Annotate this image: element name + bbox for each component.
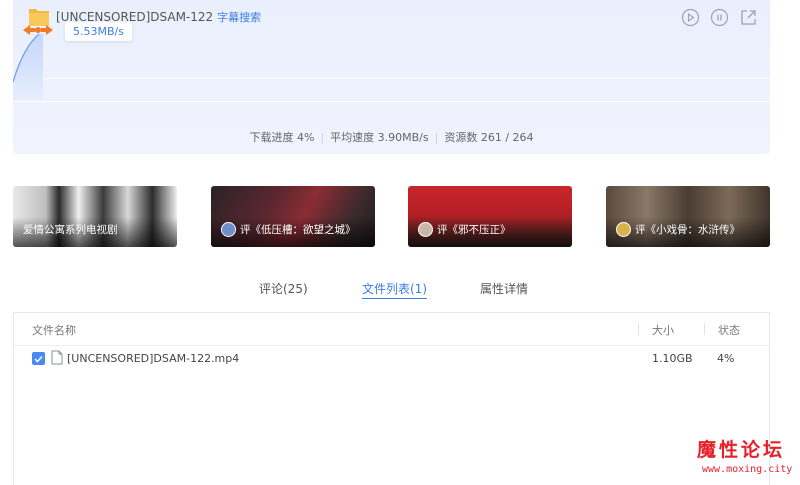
stat-separator: | <box>320 131 325 144</box>
card-title: 爱情公寓系列电视剧 <box>23 224 118 236</box>
play-icon <box>681 8 700 27</box>
file-list-panel: 文件名称 大小 状态 [UNCENSORED]DSAM-122.mp4 1.10… <box>13 312 770 485</box>
watermark-url: www.moxing.city <box>702 464 793 475</box>
graph-gridline <box>13 101 770 102</box>
card-label: 评《小戏骨：水浒传》 <box>616 222 740 237</box>
card-title: 评《小戏骨：水浒传》 <box>635 224 740 236</box>
file-row[interactable]: [UNCENSORED]DSAM-122.mp4 1.10GB 4% <box>14 347 769 373</box>
pause-button[interactable] <box>710 8 729 27</box>
stat-separator: | <box>434 131 439 144</box>
avatar <box>418 222 433 237</box>
column-divider[interactable] <box>704 323 705 335</box>
tab-file-list[interactable]: 文件列表(1) <box>362 280 427 299</box>
watermark-title: 魔性论坛 <box>697 439 786 461</box>
current-speed-badge: 5.53MB/s <box>65 22 132 41</box>
card-label: 评《低压槽：欲望之城》 <box>221 222 356 237</box>
card-label: 评《邪不压正》 <box>418 222 511 237</box>
resources-stat: 资源数 261 / 264 <box>444 131 534 144</box>
file-icon <box>51 350 63 365</box>
file-checkbox[interactable] <box>32 352 45 365</box>
column-header-name[interactable]: 文件名称 <box>32 322 76 338</box>
open-external-button[interactable] <box>739 8 758 27</box>
download-toolbar <box>681 8 758 27</box>
column-header-size[interactable]: 大小 <box>652 322 674 338</box>
download-panel: [UNCENSORED]DSAM-122 字幕搜索 5.53MB/s 下载进度 … <box>13 0 770 154</box>
column-header-status[interactable]: 状态 <box>718 322 740 338</box>
open-external-icon <box>741 10 756 25</box>
tab-comments[interactable]: 评论(25) <box>259 280 308 297</box>
avatar <box>221 222 236 237</box>
progress-stat: 下载进度 4% <box>249 131 315 144</box>
card-title: 评《邪不压正》 <box>437 224 511 236</box>
recommendation-cards: 爱情公寓系列电视剧 评《低压槽：欲望之城》 评《邪不压正》 评《小戏骨：水浒传》 <box>13 186 770 247</box>
file-list-header: 文件名称 大小 状态 <box>14 313 769 346</box>
column-divider[interactable] <box>638 323 639 335</box>
transfer-arrows-icon <box>23 25 53 35</box>
file-status: 4% <box>717 352 735 365</box>
graph-gridline <box>13 78 770 79</box>
recommendation-card[interactable]: 评《低压槽：欲望之城》 <box>211 186 375 247</box>
card-title: 评《低压槽：欲望之城》 <box>240 224 356 236</box>
tab-properties[interactable]: 属性详情 <box>480 280 528 297</box>
card-label: 爱情公寓系列电视剧 <box>23 222 118 237</box>
download-stats: 下载进度 4% | 平均速度 3.90MB/s | 资源数 261 / 264 <box>13 129 770 145</box>
recommendation-card[interactable]: 爱情公寓系列电视剧 <box>13 186 177 247</box>
checkmark-icon <box>34 355 43 363</box>
pause-icon <box>710 8 729 27</box>
play-button[interactable] <box>681 8 700 27</box>
recommendation-card[interactable]: 评《小戏骨：水浒传》 <box>606 186 770 247</box>
recommendation-card[interactable]: 评《邪不压正》 <box>408 186 572 247</box>
subtitle-search-link[interactable]: 字幕搜索 <box>217 9 261 25</box>
file-name: [UNCENSORED]DSAM-122.mp4 <box>67 352 240 365</box>
file-size: 1.10GB <box>652 352 693 365</box>
avatar <box>616 222 631 237</box>
avg-speed-stat: 平均速度 3.90MB/s <box>330 131 429 144</box>
detail-tabs: 评论(25) 文件列表(1) 属性详情 <box>0 280 800 300</box>
